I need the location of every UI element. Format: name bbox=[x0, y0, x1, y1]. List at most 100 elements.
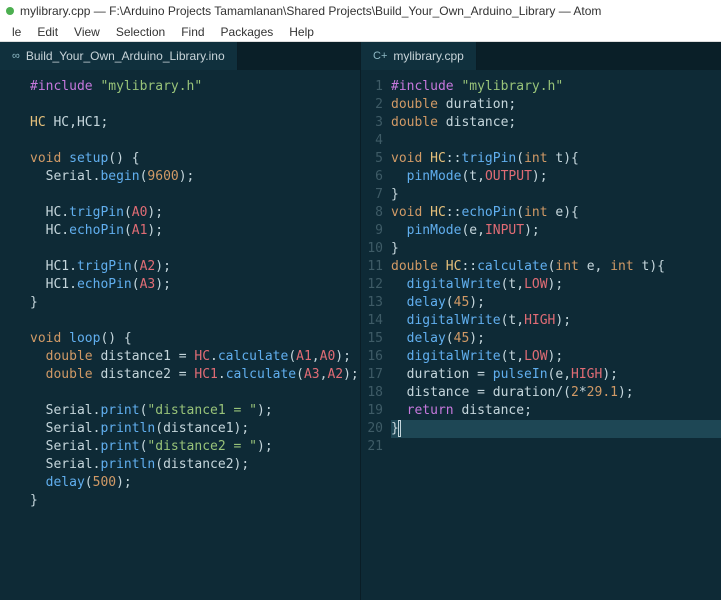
window-titlebar: mylibrary.cpp — F:\Arduino Projects Tama… bbox=[0, 0, 721, 22]
code-line[interactable]: distance = duration/(2*29.1); bbox=[391, 384, 721, 402]
cpp-icon: C+ bbox=[373, 50, 387, 62]
code-line[interactable] bbox=[391, 132, 721, 150]
tab-ino[interactable]: ∞ Build_Your_Own_Arduino_Library.ino bbox=[0, 42, 238, 70]
code-line[interactable] bbox=[30, 186, 360, 204]
code-line[interactable]: void setup() { bbox=[30, 150, 360, 168]
line-number: 10 bbox=[361, 240, 383, 258]
code-line[interactable] bbox=[30, 312, 360, 330]
code-line[interactable]: digitalWrite(t,LOW); bbox=[391, 348, 721, 366]
code-line[interactable]: HC1.trigPin(A2); bbox=[30, 258, 360, 276]
code-line[interactable]: void HC::trigPin(int t){ bbox=[391, 150, 721, 168]
menu-item-find[interactable]: Find bbox=[173, 23, 212, 41]
code-line[interactable]: double distance2 = HC1.calculate(A3,A2); bbox=[30, 366, 360, 384]
right-editor[interactable]: 123456789101112131415161718192021 #inclu… bbox=[361, 70, 721, 600]
line-number bbox=[0, 186, 22, 204]
code-line[interactable]: return distance; bbox=[391, 402, 721, 420]
code-line[interactable]: } bbox=[30, 294, 360, 312]
line-number bbox=[0, 204, 22, 222]
left-gutter bbox=[0, 78, 30, 600]
tab-label: Build_Your_Own_Arduino_Library.ino bbox=[26, 49, 225, 63]
line-number bbox=[0, 330, 22, 348]
code-line[interactable]: } bbox=[391, 420, 721, 438]
code-line[interactable]: #include "mylibrary.h" bbox=[391, 78, 721, 96]
code-line[interactable]: pinMode(e,INPUT); bbox=[391, 222, 721, 240]
code-line[interactable]: } bbox=[391, 186, 721, 204]
code-line[interactable]: HC.trigPin(A0); bbox=[30, 204, 360, 222]
code-line[interactable] bbox=[30, 240, 360, 258]
code-line[interactable]: HC HC,HC1; bbox=[30, 114, 360, 132]
line-number: 2 bbox=[361, 96, 383, 114]
code-line[interactable]: HC.echoPin(A1); bbox=[30, 222, 360, 240]
code-line[interactable] bbox=[30, 384, 360, 402]
line-number bbox=[0, 96, 22, 114]
code-line[interactable]: delay(45); bbox=[391, 330, 721, 348]
line-number bbox=[0, 474, 22, 492]
line-number: 17 bbox=[361, 366, 383, 384]
line-number bbox=[0, 78, 22, 96]
code-line[interactable]: void HC::echoPin(int e){ bbox=[391, 204, 721, 222]
arduino-icon: ∞ bbox=[12, 50, 20, 62]
code-line[interactable] bbox=[30, 132, 360, 150]
line-number: 21 bbox=[361, 438, 383, 456]
right-code[interactable]: #include "mylibrary.h"double duration;do… bbox=[391, 78, 721, 600]
line-number bbox=[0, 384, 22, 402]
line-number: 18 bbox=[361, 384, 383, 402]
line-number bbox=[0, 240, 22, 258]
code-line[interactable]: digitalWrite(t,HIGH); bbox=[391, 312, 721, 330]
line-number: 8 bbox=[361, 204, 383, 222]
code-line[interactable]: digitalWrite(t,LOW); bbox=[391, 276, 721, 294]
left-pane: ∞ Build_Your_Own_Arduino_Library.ino #in… bbox=[0, 42, 360, 600]
code-line[interactable]: double distance1 = HC.calculate(A1,A0); bbox=[30, 348, 360, 366]
left-editor[interactable]: #include "mylibrary.h" HC HC,HC1; void s… bbox=[0, 70, 360, 600]
code-line[interactable]: Serial.println(distance2); bbox=[30, 456, 360, 474]
code-line[interactable]: HC1.echoPin(A3); bbox=[30, 276, 360, 294]
menu-item-packages[interactable]: Packages bbox=[213, 23, 282, 41]
code-line[interactable]: double distance; bbox=[391, 114, 721, 132]
code-line[interactable]: delay(45); bbox=[391, 294, 721, 312]
code-line[interactable] bbox=[391, 438, 721, 456]
left-code[interactable]: #include "mylibrary.h" HC HC,HC1; void s… bbox=[30, 78, 360, 600]
menu-item-edit[interactable]: Edit bbox=[29, 23, 66, 41]
line-number: 9 bbox=[361, 222, 383, 240]
code-line[interactable]: double duration; bbox=[391, 96, 721, 114]
line-number: 19 bbox=[361, 402, 383, 420]
line-number: 7 bbox=[361, 186, 383, 204]
line-number bbox=[0, 492, 22, 510]
right-pane: C+ mylibrary.cpp 12345678910111213141516… bbox=[360, 42, 721, 600]
line-number bbox=[0, 222, 22, 240]
code-line[interactable]: #include "mylibrary.h" bbox=[30, 78, 360, 96]
line-number: 11 bbox=[361, 258, 383, 276]
code-line[interactable]: pinMode(t,OUTPUT); bbox=[391, 168, 721, 186]
code-line[interactable]: double HC::calculate(int e, int t){ bbox=[391, 258, 721, 276]
line-number: 14 bbox=[361, 312, 383, 330]
code-line[interactable]: delay(500); bbox=[30, 474, 360, 492]
line-number bbox=[0, 348, 22, 366]
menu-item-help[interactable]: Help bbox=[281, 23, 322, 41]
tab-label: mylibrary.cpp bbox=[393, 49, 463, 63]
line-number bbox=[0, 114, 22, 132]
code-line[interactable]: Serial.print("distance1 = "); bbox=[30, 402, 360, 420]
right-gutter: 123456789101112131415161718192021 bbox=[361, 78, 391, 600]
code-line[interactable]: duration = pulseIn(e,HIGH); bbox=[391, 366, 721, 384]
app-status-dot bbox=[6, 7, 14, 15]
line-number bbox=[0, 168, 22, 186]
code-line[interactable]: Serial.begin(9600); bbox=[30, 168, 360, 186]
line-number bbox=[0, 456, 22, 474]
left-tabbar: ∞ Build_Your_Own_Arduino_Library.ino bbox=[0, 42, 360, 70]
code-line[interactable]: Serial.print("distance2 = "); bbox=[30, 438, 360, 456]
line-number: 1 bbox=[361, 78, 383, 96]
menu-item-view[interactable]: View bbox=[66, 23, 108, 41]
code-line[interactable]: void loop() { bbox=[30, 330, 360, 348]
editor-panes: ∞ Build_Your_Own_Arduino_Library.ino #in… bbox=[0, 42, 721, 600]
code-line[interactable]: Serial.println(distance1); bbox=[30, 420, 360, 438]
line-number: 20 bbox=[361, 420, 383, 438]
menu-item-le[interactable]: le bbox=[4, 23, 29, 41]
menu-item-selection[interactable]: Selection bbox=[108, 23, 173, 41]
window-title: mylibrary.cpp — F:\Arduino Projects Tama… bbox=[20, 4, 601, 18]
code-line[interactable] bbox=[30, 96, 360, 114]
right-tabbar: C+ mylibrary.cpp bbox=[361, 42, 721, 70]
tab-cpp[interactable]: C+ mylibrary.cpp bbox=[361, 42, 477, 70]
code-line[interactable]: } bbox=[30, 492, 360, 510]
line-number: 16 bbox=[361, 348, 383, 366]
code-line[interactable]: } bbox=[391, 240, 721, 258]
